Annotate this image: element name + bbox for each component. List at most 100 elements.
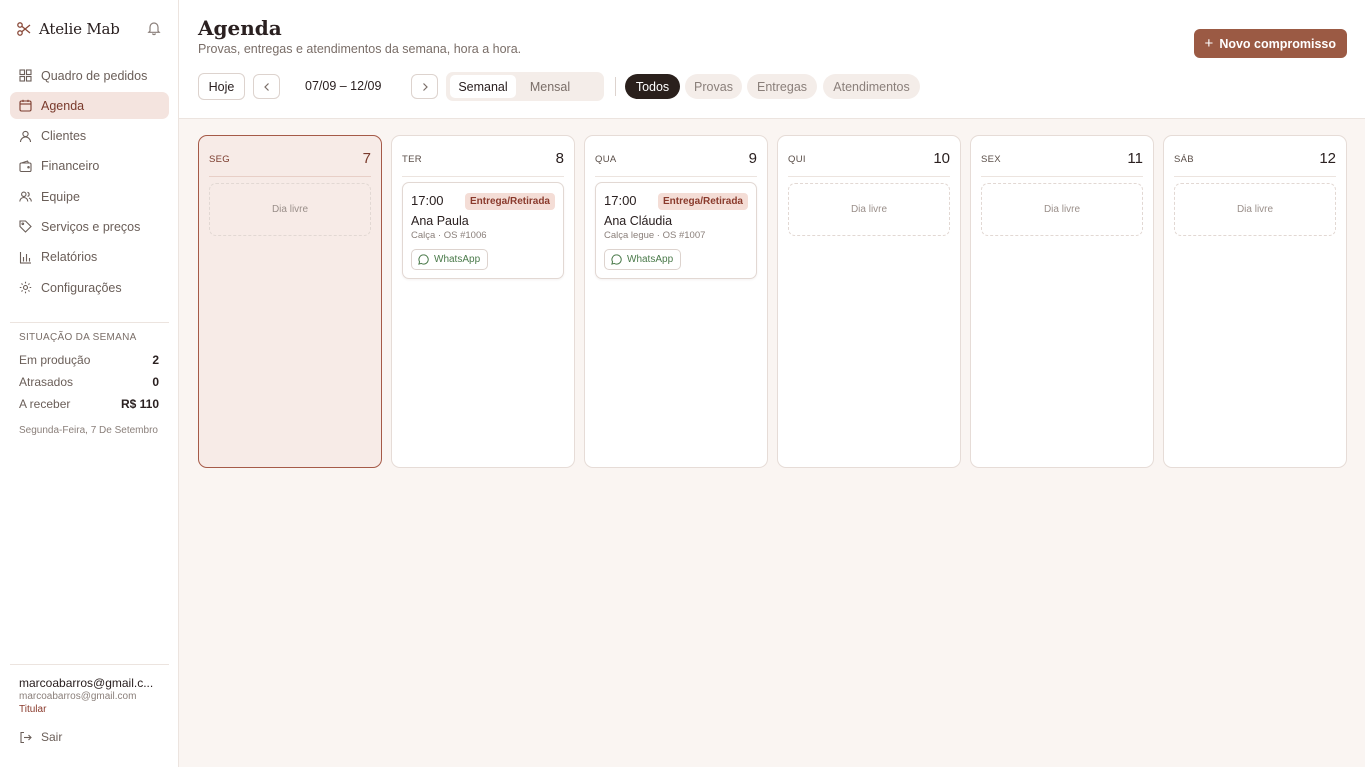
sidebar-item-label: Configurações xyxy=(41,280,122,295)
day-name: SEG xyxy=(209,154,230,165)
current-date: Segunda-Feira, 7 De Setembro xyxy=(19,425,158,436)
summary-label: Atrasados xyxy=(19,375,74,389)
sidebar-item-equipe[interactable]: Equipe xyxy=(10,183,169,210)
chevron-right-icon xyxy=(422,82,428,91)
free-day-slot[interactable]: Dia livre xyxy=(1174,183,1336,236)
sidebar-item-relatorios[interactable]: Relatórios xyxy=(10,244,169,271)
chevron-left-icon xyxy=(263,82,269,91)
day-divider xyxy=(595,176,757,177)
sidebar-item-label: Serviços e preços xyxy=(41,219,141,234)
logout-button[interactable]: Sair xyxy=(19,730,62,744)
event-detail: Calça legue · OS #1007 xyxy=(604,230,706,241)
event-client: Ana Cláudia xyxy=(604,214,673,228)
sidebar-item-label: Relatórios xyxy=(41,250,98,265)
bar-chart-icon xyxy=(19,251,31,264)
summary-value: 2 xyxy=(152,353,159,367)
page-title: Agenda xyxy=(198,16,282,40)
summary-row-em-producao: Em produção 2 xyxy=(19,353,159,367)
whatsapp-button[interactable]: WhatsApp xyxy=(604,249,682,270)
page-header: Agenda Provas, entregas e atendimentos d… xyxy=(179,0,1365,119)
sidebar-item-quadro-de-pedidos[interactable]: Quadro de pedidos xyxy=(10,62,169,89)
day-divider xyxy=(402,176,564,177)
sidebar-item-financeiro[interactable]: Financeiro xyxy=(10,153,169,180)
calendar-toolbar: Hoje 07/09 – 12/09 Semanal Mensal Todos … xyxy=(198,72,920,101)
summary-title: SITUAÇÃO DA SEMANA xyxy=(19,332,137,343)
day-column-seg[interactable]: SEG 7 Dia livre xyxy=(198,135,382,468)
view-switcher: Semanal Mensal xyxy=(446,72,604,101)
summary-row-a-receber: A receber R$ 110 xyxy=(19,397,159,411)
event-client: Ana Paula xyxy=(411,214,469,228)
day-number: 11 xyxy=(1127,150,1143,167)
users-icon xyxy=(19,191,32,202)
event-card[interactable]: 17:00 Entrega/Retirada Ana Cláudia Calça… xyxy=(595,182,757,279)
calendar-icon xyxy=(19,100,32,112)
sidebar-item-label: Quadro de pedidos xyxy=(41,68,148,83)
sidebar-item-agenda[interactable]: Agenda xyxy=(10,92,169,120)
summary-label: A receber xyxy=(19,397,71,411)
user-role: Titular xyxy=(19,704,47,715)
tag-icon xyxy=(19,220,32,234)
day-number: 7 xyxy=(362,150,371,167)
event-type-badge: Entrega/Retirada xyxy=(464,193,555,210)
day-divider xyxy=(1174,176,1336,177)
logout-icon xyxy=(20,731,32,743)
day-divider xyxy=(981,176,1143,177)
sidebar-item-label: Equipe xyxy=(41,189,80,204)
toolbar-separator xyxy=(615,77,616,96)
brand[interactable]: Atelie Mab xyxy=(16,19,162,39)
new-appointment-label: Novo compromisso xyxy=(1219,36,1336,51)
today-button[interactable]: Hoje xyxy=(198,73,245,100)
summary-value: R$ 110 xyxy=(120,397,159,411)
grid-icon xyxy=(19,69,32,82)
day-name: SÁB xyxy=(1174,154,1194,165)
filter-provas[interactable]: Provas xyxy=(685,74,742,99)
sidebar-divider xyxy=(10,322,169,323)
day-name: TER xyxy=(402,154,422,165)
day-column-sab[interactable]: SÁB 12 Dia livre xyxy=(1163,135,1347,468)
filter-entregas[interactable]: Entregas xyxy=(747,74,817,99)
day-column-ter[interactable]: TER 8 17:00 Entrega/Retirada Ana Paula C… xyxy=(391,135,575,468)
whatsapp-label: WhatsApp xyxy=(627,254,674,265)
free-day-slot[interactable]: Dia livre xyxy=(788,183,950,236)
logout-label: Sair xyxy=(41,730,63,744)
user-display-name: marcoabarros@gmail.c... xyxy=(19,676,154,690)
previous-week-button[interactable] xyxy=(253,74,280,99)
chat-icon xyxy=(611,254,622,265)
free-day-slot[interactable]: Dia livre xyxy=(209,183,371,236)
wallet-icon xyxy=(19,160,32,172)
plus-icon: + xyxy=(1204,35,1214,52)
day-column-sex[interactable]: SEX 11 Dia livre xyxy=(970,135,1154,468)
event-card[interactable]: 17:00 Entrega/Retirada Ana Paula Calça ·… xyxy=(402,182,564,279)
sidebar-item-servicos-e-precos[interactable]: Serviços e preços xyxy=(10,213,169,240)
sidebar-item-configuracoes[interactable]: Configurações xyxy=(10,274,169,301)
event-time: 17:00 xyxy=(604,193,637,208)
user-icon xyxy=(19,130,32,142)
sidebar-item-label: Clientes xyxy=(41,129,87,144)
sidebar-item-label: Agenda xyxy=(41,98,85,113)
next-week-button[interactable] xyxy=(411,74,438,99)
gear-icon xyxy=(19,281,32,294)
day-number: 9 xyxy=(748,150,757,167)
sidebar-item-clientes[interactable]: Clientes xyxy=(10,123,169,150)
filter-todos[interactable]: Todos xyxy=(625,74,680,99)
bell-icon[interactable] xyxy=(146,20,162,36)
view-monthly-button[interactable]: Mensal xyxy=(520,75,580,98)
day-number: 12 xyxy=(1319,150,1336,167)
filter-atendimentos[interactable]: Atendimentos xyxy=(823,74,920,99)
day-divider xyxy=(209,176,371,177)
sidebar-item-label: Financeiro xyxy=(41,159,100,174)
user-profile[interactable]: marcoabarros@gmail.c... marcoabarros@gma… xyxy=(19,676,164,715)
free-day-slot[interactable]: Dia livre xyxy=(981,183,1143,236)
day-name: QUI xyxy=(788,154,806,165)
event-type-badge: Entrega/Retirada xyxy=(657,193,748,210)
sidebar-nav: Quadro de pedidos Agenda Clientes Financ… xyxy=(10,62,169,304)
new-appointment-button[interactable]: + Novo compromisso xyxy=(1193,29,1347,58)
whatsapp-button[interactable]: WhatsApp xyxy=(411,249,489,270)
summary-row-atrasados: Atrasados 0 xyxy=(19,375,159,389)
view-weekly-button[interactable]: Semanal xyxy=(450,75,516,98)
day-column-qui[interactable]: QUI 10 Dia livre xyxy=(777,135,961,468)
day-column-qua[interactable]: QUA 9 17:00 Entrega/Retirada Ana Cláudia… xyxy=(584,135,768,468)
chat-icon xyxy=(418,254,429,265)
event-time: 17:00 xyxy=(411,193,444,208)
scissors-icon xyxy=(17,22,31,36)
